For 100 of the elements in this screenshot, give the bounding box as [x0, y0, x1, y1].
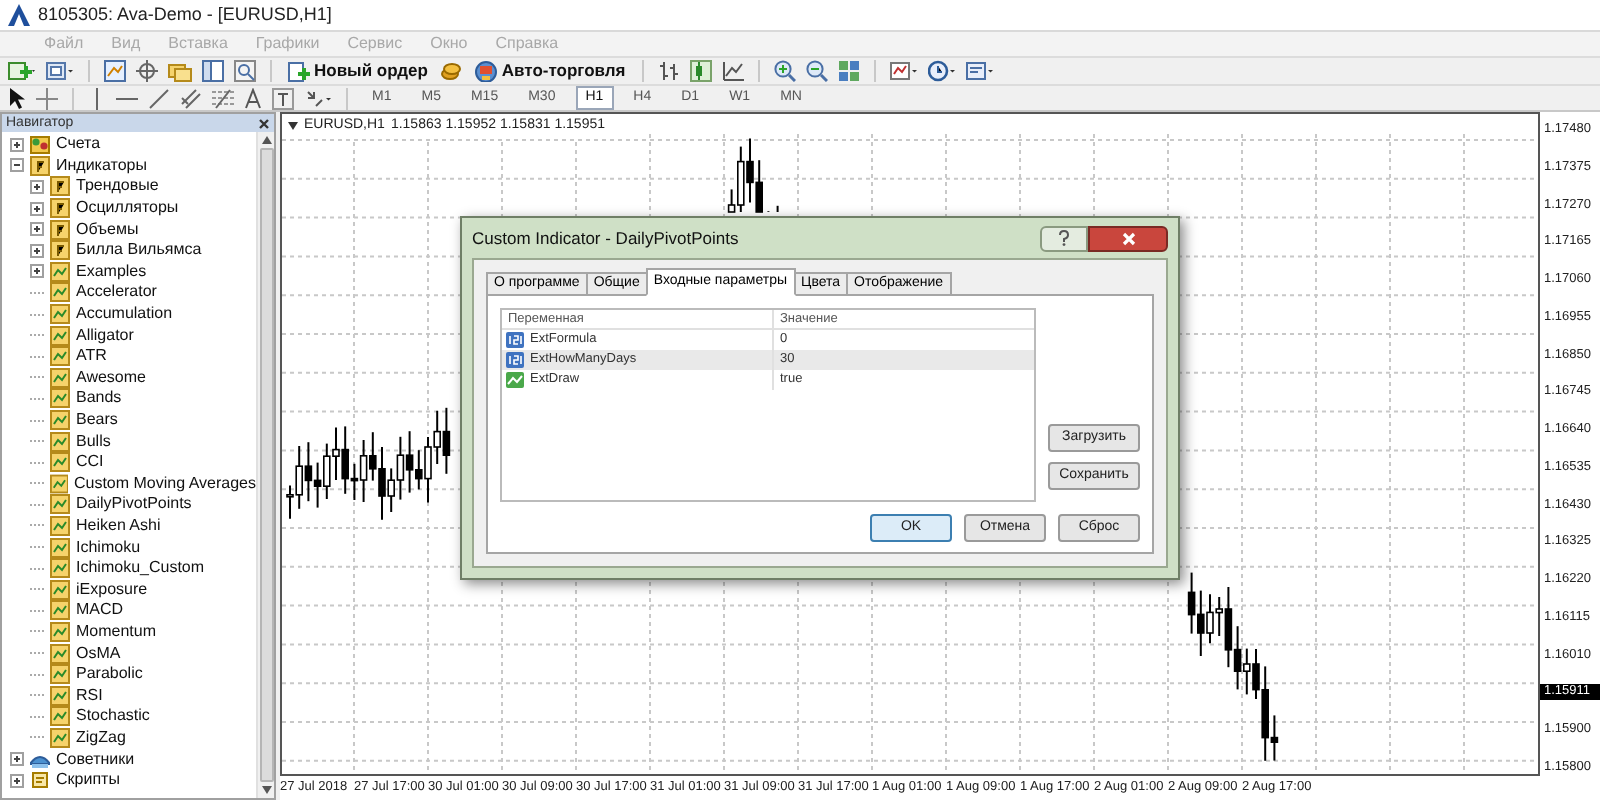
profiles-icon[interactable] — [46, 60, 74, 82]
channel-icon[interactable] — [180, 87, 202, 109]
tester-icon[interactable] — [234, 60, 256, 82]
tree-item[interactable]: Осцилляторы — [76, 198, 179, 219]
indicator-icon — [50, 727, 70, 748]
autotrading-button[interactable]: Авто-торговля — [471, 58, 628, 84]
question-icon — [1058, 230, 1070, 246]
text-tool-icon[interactable] — [244, 87, 262, 109]
zoom-in-icon[interactable] — [773, 60, 796, 82]
line-chart-icon[interactable] — [721, 60, 744, 82]
indicator-icon — [50, 410, 70, 431]
dialog-title: Custom Indicator - DailyPivotPoints — [472, 225, 739, 251]
indicators-icon[interactable] — [889, 60, 918, 82]
scroll-down-icon[interactable] — [261, 786, 271, 794]
trendline-icon[interactable] — [148, 87, 170, 109]
indicator-icon — [50, 452, 70, 473]
indicator-icon — [50, 388, 70, 409]
tree-item[interactable]: Ichimoku_Custom — [76, 558, 205, 579]
collapse-icon[interactable] — [10, 158, 24, 173]
help-button[interactable] — [1040, 225, 1088, 251]
tree-item[interactable]: Heiken Ashi — [76, 515, 161, 536]
close-button[interactable] — [1088, 225, 1168, 251]
indicator-icon — [50, 515, 70, 536]
wave-icon — [506, 372, 524, 388]
tree-item[interactable]: Индикаторы — [56, 155, 147, 176]
number-icon — [506, 332, 524, 348]
tree-item[interactable]: iExposure — [76, 579, 148, 600]
tree-item[interactable]: RSI — [76, 685, 103, 706]
crosshair-icon[interactable] — [36, 87, 58, 109]
expand-icon[interactable] — [30, 201, 44, 216]
zoom-out-icon[interactable] — [805, 60, 828, 82]
folders-icon[interactable] — [168, 60, 192, 82]
tree-item[interactable]: Билла Вильямса — [76, 240, 202, 261]
folder-icon — [50, 198, 70, 219]
tree-item[interactable]: Custom Moving Averages — [73, 473, 256, 494]
text-label-icon[interactable] — [272, 87, 294, 109]
tree-item[interactable]: ATR — [76, 346, 107, 367]
tree-item[interactable]: ZigZag — [76, 727, 126, 748]
expand-icon[interactable] — [30, 264, 44, 279]
tree-item[interactable]: Счета — [56, 134, 101, 155]
indicator-icon — [50, 643, 70, 664]
cursor-icon[interactable] — [8, 87, 26, 109]
bar-chart-icon[interactable] — [657, 60, 680, 82]
tile-windows-icon[interactable] — [837, 60, 860, 82]
clock-icon[interactable] — [927, 60, 956, 82]
scroll-up-icon[interactable] — [261, 136, 271, 144]
close-icon — [1121, 231, 1135, 245]
tree-item[interactable]: Parabolic — [76, 664, 143, 685]
tree-item[interactable]: Трендовые — [76, 176, 159, 197]
folder-icon — [30, 155, 50, 176]
expand-icon[interactable] — [30, 222, 44, 237]
tree-item[interactable]: OsMA — [76, 643, 121, 664]
tree-item[interactable]: Alligator — [76, 325, 134, 346]
indicator-icon — [50, 494, 70, 515]
scrollbar-thumb[interactable] — [259, 148, 273, 782]
tree-item[interactable]: MACD — [76, 600, 124, 621]
tree-item[interactable]: Объемы — [76, 219, 139, 240]
arrows-icon[interactable] — [304, 87, 332, 109]
tree-item[interactable]: Accelerator — [76, 282, 157, 303]
tree-item[interactable]: Советники — [56, 749, 135, 770]
indicator-icon — [50, 304, 70, 325]
tree-item[interactable]: Скрипты — [56, 770, 120, 791]
indicator-icon — [50, 367, 70, 388]
tree-item[interactable]: DailyPivotPoints — [76, 494, 192, 515]
crosshair-icon[interactable] — [136, 60, 158, 82]
number-icon — [506, 352, 524, 368]
expand-icon[interactable] — [10, 137, 24, 152]
indicator-icon — [50, 706, 70, 727]
templates-icon[interactable] — [965, 60, 994, 82]
indicator-icon — [50, 325, 70, 346]
tree-item[interactable]: Accumulation — [76, 304, 173, 325]
expand-icon[interactable] — [10, 752, 24, 767]
window-icon[interactable] — [202, 60, 224, 82]
tree-item[interactable]: CCI — [76, 452, 104, 473]
tree-item[interactable]: Awesome — [76, 367, 146, 388]
indicator-icon — [50, 558, 70, 579]
robot-icon — [473, 60, 498, 82]
tree-item[interactable]: Momentum — [76, 621, 157, 642]
dropdown-arrow-icon[interactable] — [288, 122, 298, 131]
new-chart-icon[interactable] — [8, 60, 36, 82]
scrollbar[interactable] — [256, 132, 274, 798]
market-watch-icon[interactable] — [104, 60, 126, 82]
expand-icon[interactable] — [10, 773, 24, 788]
order-icon — [288, 60, 310, 82]
expand-icon[interactable] — [30, 243, 44, 258]
indicator-icon — [50, 537, 70, 558]
new-order-button[interactable]: Новый ордер — [286, 58, 430, 84]
tree-item[interactable]: Examples — [76, 261, 147, 282]
indicator-icon — [50, 664, 70, 685]
candlestick-icon[interactable] — [689, 60, 712, 82]
close-icon[interactable] — [258, 117, 270, 129]
tree-item[interactable]: Stochastic — [76, 706, 150, 727]
tree-item[interactable]: Bands — [76, 388, 122, 409]
tree-item[interactable]: Bears — [76, 410, 118, 431]
indicator-icon — [50, 685, 70, 706]
expand-icon[interactable] — [30, 179, 44, 194]
tree-item[interactable]: Bulls — [76, 431, 111, 452]
tree-item[interactable]: Ichimoku — [76, 537, 141, 558]
fibonacci-icon[interactable] — [212, 87, 234, 109]
folder-icon — [50, 219, 70, 240]
